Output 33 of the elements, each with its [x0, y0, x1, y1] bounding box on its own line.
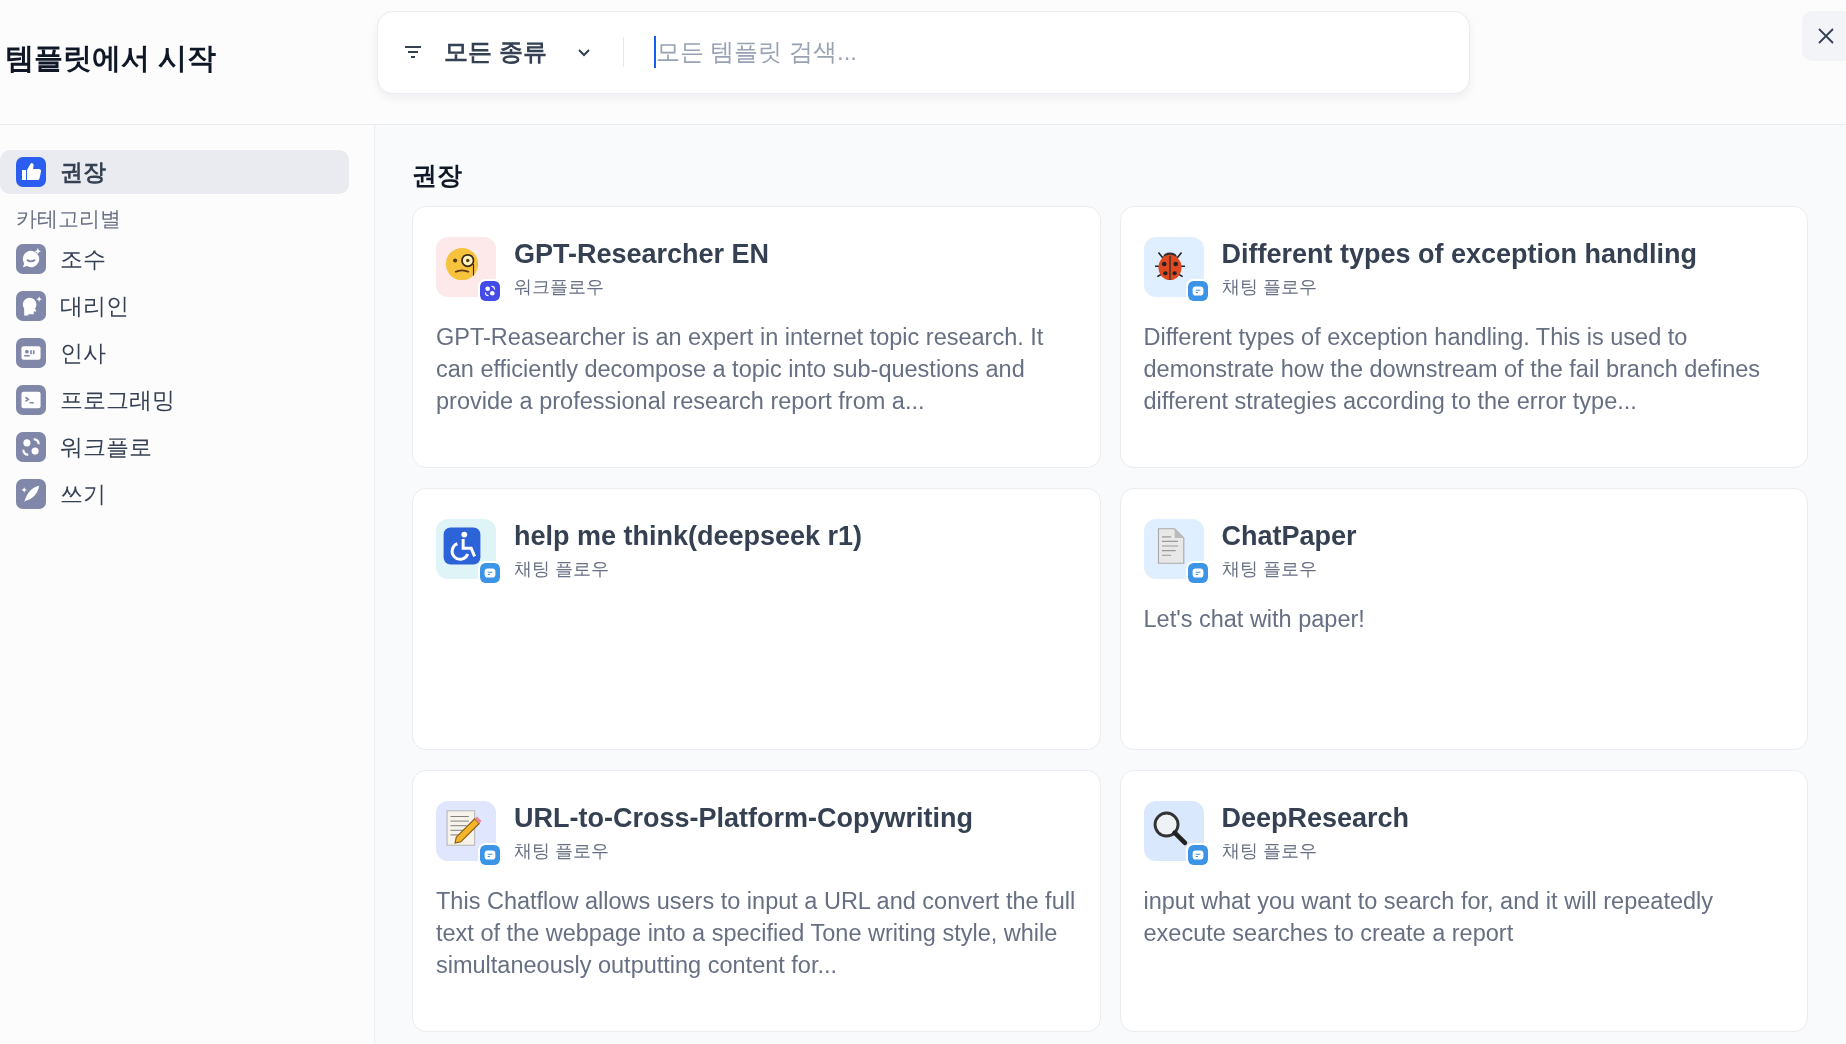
template-description: input what you want to search for, and it will repeatedly execute searches to create a report	[1143, 887, 1715, 948]
sidebar-item[interactable]: 워크플로	[0, 425, 349, 469]
template-title: URL-to-Cross-Platform-Copywriting	[514, 802, 973, 835]
sidebar-item[interactable]: 조수	[0, 237, 349, 281]
template-type: 채팅 플로우	[514, 840, 610, 863]
template-description: GPT-Reasearcher is an expert in internet topic research. It can efficiently decompose a topic into sub-questions and provide a professional research report from a...	[436, 323, 1045, 416]
template-description: This Chatflow allows users to input a URL and convert the full text of the webpage into a specified Tone writing style, while simultaneously outputting content for...	[436, 887, 1077, 980]
template-title: Different types of exception handling	[1221, 238, 1698, 271]
template-title: help me think(deepseek r1)	[514, 520, 863, 553]
template-card[interactable]: help me think(deepseek r1) 채팅 플로우	[412, 488, 1101, 750]
sidebar-item[interactable]: 권장	[0, 150, 349, 194]
section-heading: 권장	[412, 160, 463, 191]
dialog-title: 템플릿에서 시작	[4, 41, 218, 76]
type-dropdown[interactable]: 모든 종류	[444, 36, 593, 68]
template-title: ChatPaper	[1221, 520, 1357, 553]
template-card[interactable]: ChatPaper 채팅 플로우 Let's chat with paper!	[1119, 488, 1808, 750]
template-type: 워크플로우	[514, 276, 605, 299]
template-title: DeepResearch	[1221, 802, 1410, 835]
template-type: 채팅 플로우	[1221, 840, 1318, 863]
template-title: GPT-Researcher EN	[514, 238, 770, 271]
search-bar[interactable]: 모든 종류 모든 템플릿 검색...	[377, 10, 1470, 94]
template-type: 채팅 플로우	[1221, 558, 1318, 581]
template-type: 채팅 플로우	[1221, 276, 1318, 299]
template-card[interactable]: DeepResearch 채팅 플로우 input what you want to search for, and it will repeatedly execute searches to create a report	[1119, 770, 1808, 1032]
template-card[interactable]: GPT-Researcher EN 워크플로우 GPT-Reasearcher is an expert in internet topic research. It can efficiently decompose a topic into sub-questions and provide a professional research report from a...	[412, 206, 1101, 468]
sidebar-item[interactable]: 인사	[0, 331, 349, 375]
sidebar-item[interactable]: 대리인	[0, 284, 349, 328]
template-type: 채팅 플로우	[514, 558, 610, 581]
template-description: Let's chat with paper!	[1143, 605, 1366, 634]
sidebar-item[interactable]: 프로그래밍	[0, 378, 349, 422]
template-description: Different types of exception handling. This is used to demonstrate how the downstream of the fail branch defines different strategies according to the error type...	[1143, 323, 1762, 416]
sidebar-item[interactable]: 쓰기	[0, 472, 349, 516]
section-label: 카테고리별	[15, 206, 122, 232]
